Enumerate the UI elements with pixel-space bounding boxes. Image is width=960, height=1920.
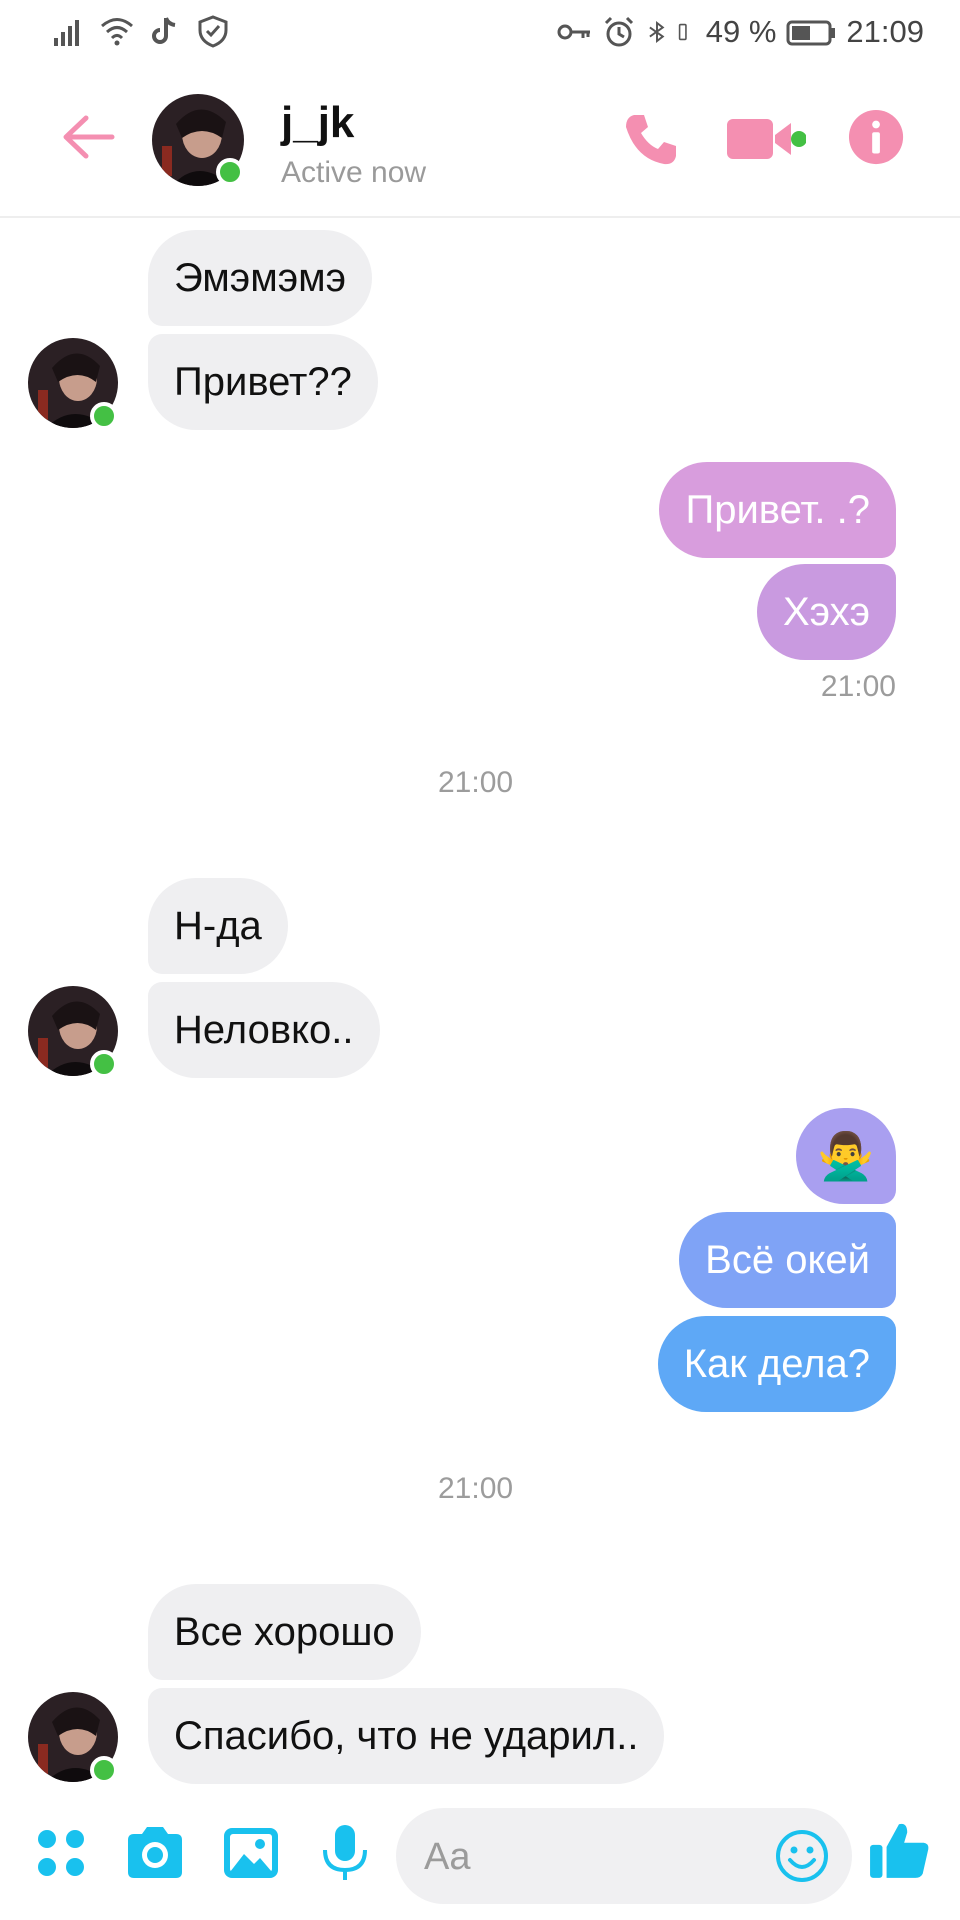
online-indicator <box>216 158 244 186</box>
bluetooth-icon <box>649 20 665 44</box>
message-input-placeholder: Aa <box>424 1836 471 1878</box>
incoming-message[interactable]: Н-да <box>148 878 288 974</box>
key-icon <box>557 24 590 40</box>
alarm-icon <box>604 16 633 47</box>
active-status: Active now <box>281 156 427 189</box>
shield-check-icon <box>198 15 228 48</box>
signal-icon <box>54 20 79 46</box>
video-call-icon[interactable] <box>724 109 806 169</box>
status-right: 49 % 21:09 <box>554 14 924 50</box>
info-icon[interactable] <box>848 109 906 167</box>
online-indicator <box>90 1756 118 1784</box>
status-bar: 49 % 21:09 <box>0 0 960 64</box>
incoming-message[interactable]: Эмэмэмэ <box>148 230 373 326</box>
online-indicator <box>90 402 118 430</box>
status-left <box>52 14 230 48</box>
battery-percent: 49 % <box>705 14 777 49</box>
outgoing-message[interactable]: Привет. .? <box>659 462 896 558</box>
emoji-icon[interactable] <box>774 1828 830 1884</box>
contact-name[interactable]: j_jk <box>281 98 354 148</box>
phone-call-icon[interactable] <box>620 109 680 169</box>
message-composer: Aa <box>0 1790 960 1920</box>
microphone-icon[interactable] <box>314 1822 376 1884</box>
thumbs-up-icon[interactable] <box>868 1818 932 1882</box>
vibrate-icon <box>678 23 687 41</box>
time-divider: 21:00 <box>438 1472 514 1505</box>
tiktok-icon <box>152 17 176 44</box>
clock: 21:09 <box>846 14 924 49</box>
wifi-icon <box>101 18 133 46</box>
outgoing-emoji-message[interactable]: 🙅‍♂️ <box>796 1108 896 1204</box>
message-input[interactable]: Aa <box>396 1808 852 1904</box>
outgoing-message[interactable]: Хэхэ <box>756 564 896 660</box>
outgoing-message[interactable]: Как дела? <box>657 1316 896 1412</box>
time-divider: 21:00 <box>438 766 514 799</box>
incoming-message[interactable]: Неловко.. <box>148 982 380 1078</box>
incoming-message[interactable]: Все хорошо <box>148 1584 421 1680</box>
outgoing-message[interactable]: Всё окей <box>679 1212 896 1308</box>
message-timestamp: 21:00 <box>820 670 896 703</box>
camera-icon[interactable] <box>124 1822 186 1884</box>
chat-header: j_jk Active now <box>0 64 960 218</box>
online-indicator <box>90 1050 118 1078</box>
message-list[interactable]: Эмэмэмэ Привет?? Привет. .? Хэхэ 21:00 2… <box>0 218 960 1790</box>
gallery-icon[interactable] <box>220 1822 282 1884</box>
battery-icon <box>786 20 836 46</box>
apps-icon[interactable] <box>30 1822 92 1884</box>
incoming-message[interactable]: Спасибо, что не ударил.. <box>148 1688 665 1784</box>
incoming-message[interactable]: Привет?? <box>148 334 378 430</box>
back-arrow-icon[interactable] <box>60 109 116 165</box>
